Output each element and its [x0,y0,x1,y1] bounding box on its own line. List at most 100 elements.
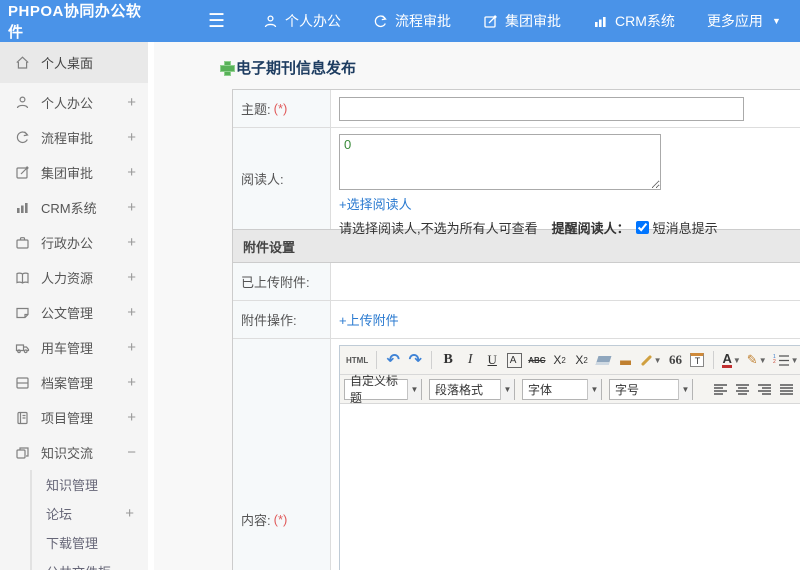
align-left-button[interactable] [710,378,730,400]
sidebar-item-hr[interactable]: 人力资源 + [0,260,148,295]
sidebar-item-label: 论坛 [46,507,73,522]
sidebar-item-knowledge-mgmt[interactable]: 知识管理 [32,470,148,499]
sidebar-item-archive-mgmt[interactable]: 档案管理 + [0,365,148,400]
font-color-button[interactable]: A ▼ [720,349,742,371]
highlight-pen-icon: ✎ [746,352,758,367]
caret-down-icon: ▼ [771,16,781,26]
sidebar-item-label: 集团审批 [41,166,94,181]
expand-icon[interactable]: + [127,269,136,286]
undo-button[interactable]: ↶ [383,349,403,371]
size-select[interactable]: 字号 ▼ [609,378,693,400]
sidebar-item-label: 个人办公 [41,96,94,111]
readers-textarea[interactable]: 0 [339,134,661,190]
align-center-button[interactable] [732,378,752,400]
person-icon [14,95,30,111]
content-label: 内容: [241,512,271,528]
font-border-button[interactable]: A [504,349,524,371]
uploaded-value-cell [331,263,800,300]
sidebar-item-document-mgmt[interactable]: 公文管理 + [0,295,148,330]
expand-icon[interactable]: + [127,409,136,426]
attach-op-cell: +上传附件 [331,301,800,338]
sidebar-item-forum[interactable]: 论坛 + [32,499,148,528]
truck-icon [14,340,30,356]
ordered-list-icon: 12 [773,354,789,366]
expand-icon[interactable]: + [127,94,136,111]
heading-select[interactable]: 自定义标题 ▼ [344,374,422,405]
highlight-button[interactable]: ✎ ▼ [745,349,769,371]
attachment-section-title: 附件设置 [243,239,296,255]
sms-notify-checkbox[interactable] [635,221,649,234]
sidebar-item-label: 流程审批 [41,131,94,146]
expand-icon[interactable]: + [127,374,136,391]
paragraph-select-value: 段落格式 [435,382,484,397]
sidebar-item-admin-office[interactable]: 行政办公 + [0,225,148,260]
ordered-list-button[interactable]: 1 2 ▼ [771,349,800,371]
eraser-button[interactable] [594,349,614,371]
sidebar-item-desktop[interactable]: 个人桌面 [0,42,148,83]
strikethrough-button[interactable]: ABC [526,349,547,371]
topbar: PHPOA协同办公软件 ☰ 个人办公 流程审批 集团审批 CRM系统 更多应用 … [0,0,800,42]
autoformat-button[interactable]: ▼ [638,349,664,371]
nav-personal-office[interactable]: 个人办公 [263,11,341,31]
format-brush-button[interactable] [616,349,636,371]
required-mark: (*) [273,511,288,527]
justify-button[interactable] [776,378,796,400]
justify-icon [779,383,793,395]
expand-icon[interactable]: + [127,339,136,356]
green-plus-icon [220,60,235,76]
sidebar-item-public-file-cabinet[interactable]: 公共文件柜 [32,557,148,570]
html-source-button[interactable]: HTML [344,349,370,371]
expand-icon[interactable]: + [127,199,136,216]
expand-icon[interactable]: + [127,304,136,321]
subscript-button[interactable]: X2 [572,349,592,371]
expand-icon[interactable]: + [127,164,136,181]
paragraph-select[interactable]: 段落格式 ▼ [429,378,515,400]
sidebar-item-project-mgmt[interactable]: 项目管理 + [0,400,148,435]
nav-workflow-approval[interactable]: 流程审批 [373,11,451,31]
upload-attachment-link[interactable]: +上传附件 [339,310,399,329]
bold-button[interactable]: B [438,349,458,371]
collapse-icon[interactable]: − [127,444,136,461]
sidebar-item-download-mgmt[interactable]: 下载管理 [32,528,148,557]
sidebar-item-personal-office[interactable]: 个人办公 + [0,85,148,120]
sidebar-item-crm[interactable]: CRM系统 + [0,190,148,225]
paste-text-button[interactable]: T [687,349,707,371]
nav-label: 个人办公 [285,13,342,29]
subject-input[interactable] [339,96,744,121]
sidebar-item-label: 项目管理 [41,411,94,426]
notebook-icon [14,410,30,426]
sidebar-item-label: 知识管理 [46,478,99,493]
select-readers-link[interactable]: +选择阅读人 [339,197,412,212]
sidebar-item-knowledge-exchange[interactable]: 知识交流 − [0,435,148,470]
hamburger-icon[interactable]: ☰ [208,12,225,31]
editor-toolbar-row2: 自定义标题 ▼ 段落格式 ▼ 字体 ▼ 字号 ▼ [340,374,800,405]
uploaded-label-cell: 已上传附件: [233,263,331,300]
nav-more-apps[interactable]: 更多应用 ▼ [707,11,781,31]
superscript-button[interactable]: X2 [550,349,570,371]
uploaded-label: 已上传附件: [241,275,310,290]
redo-button[interactable]: ↷ [405,349,425,371]
font-select[interactable]: 字体 ▼ [522,378,602,400]
toolbar-separator [431,351,433,369]
content-editor-cell: HTML ↶ ↷ B I U A ABC X2 X2 ▼ 66 T A ▼ ✎ … [331,339,800,570]
caret-down-icon: ▼ [500,378,514,400]
sidebar-item-workflow-approval[interactable]: 流程审批 + [0,120,148,155]
expand-icon[interactable]: + [125,505,134,522]
italic-button[interactable]: I [460,349,480,371]
align-right-button[interactable] [754,378,774,400]
nav-crm[interactable]: CRM系统 [593,11,675,31]
editor-toolbar-row1: HTML ↶ ↷ B I U A ABC X2 X2 ▼ 66 T A ▼ ✎ … [340,346,800,375]
expand-icon[interactable]: + [127,129,136,146]
sidebar-item-group-approval[interactable]: 集团审批 + [0,155,148,190]
blockquote-button[interactable]: 66 [665,349,685,371]
sidebar-item-label: 档案管理 [41,376,94,391]
editor-content-area[interactable] [340,404,800,570]
sidebar-item-vehicle-mgmt[interactable]: 用车管理 + [0,330,148,365]
readers-label: 阅读人: [241,172,284,187]
bar-chart-icon [593,14,608,29]
nav-group-approval[interactable]: 集团审批 [483,11,561,31]
edit-square-icon [483,14,498,29]
caret-down-icon: ▼ [758,355,767,365]
underline-button[interactable]: U [482,349,502,371]
expand-icon[interactable]: + [127,234,136,251]
